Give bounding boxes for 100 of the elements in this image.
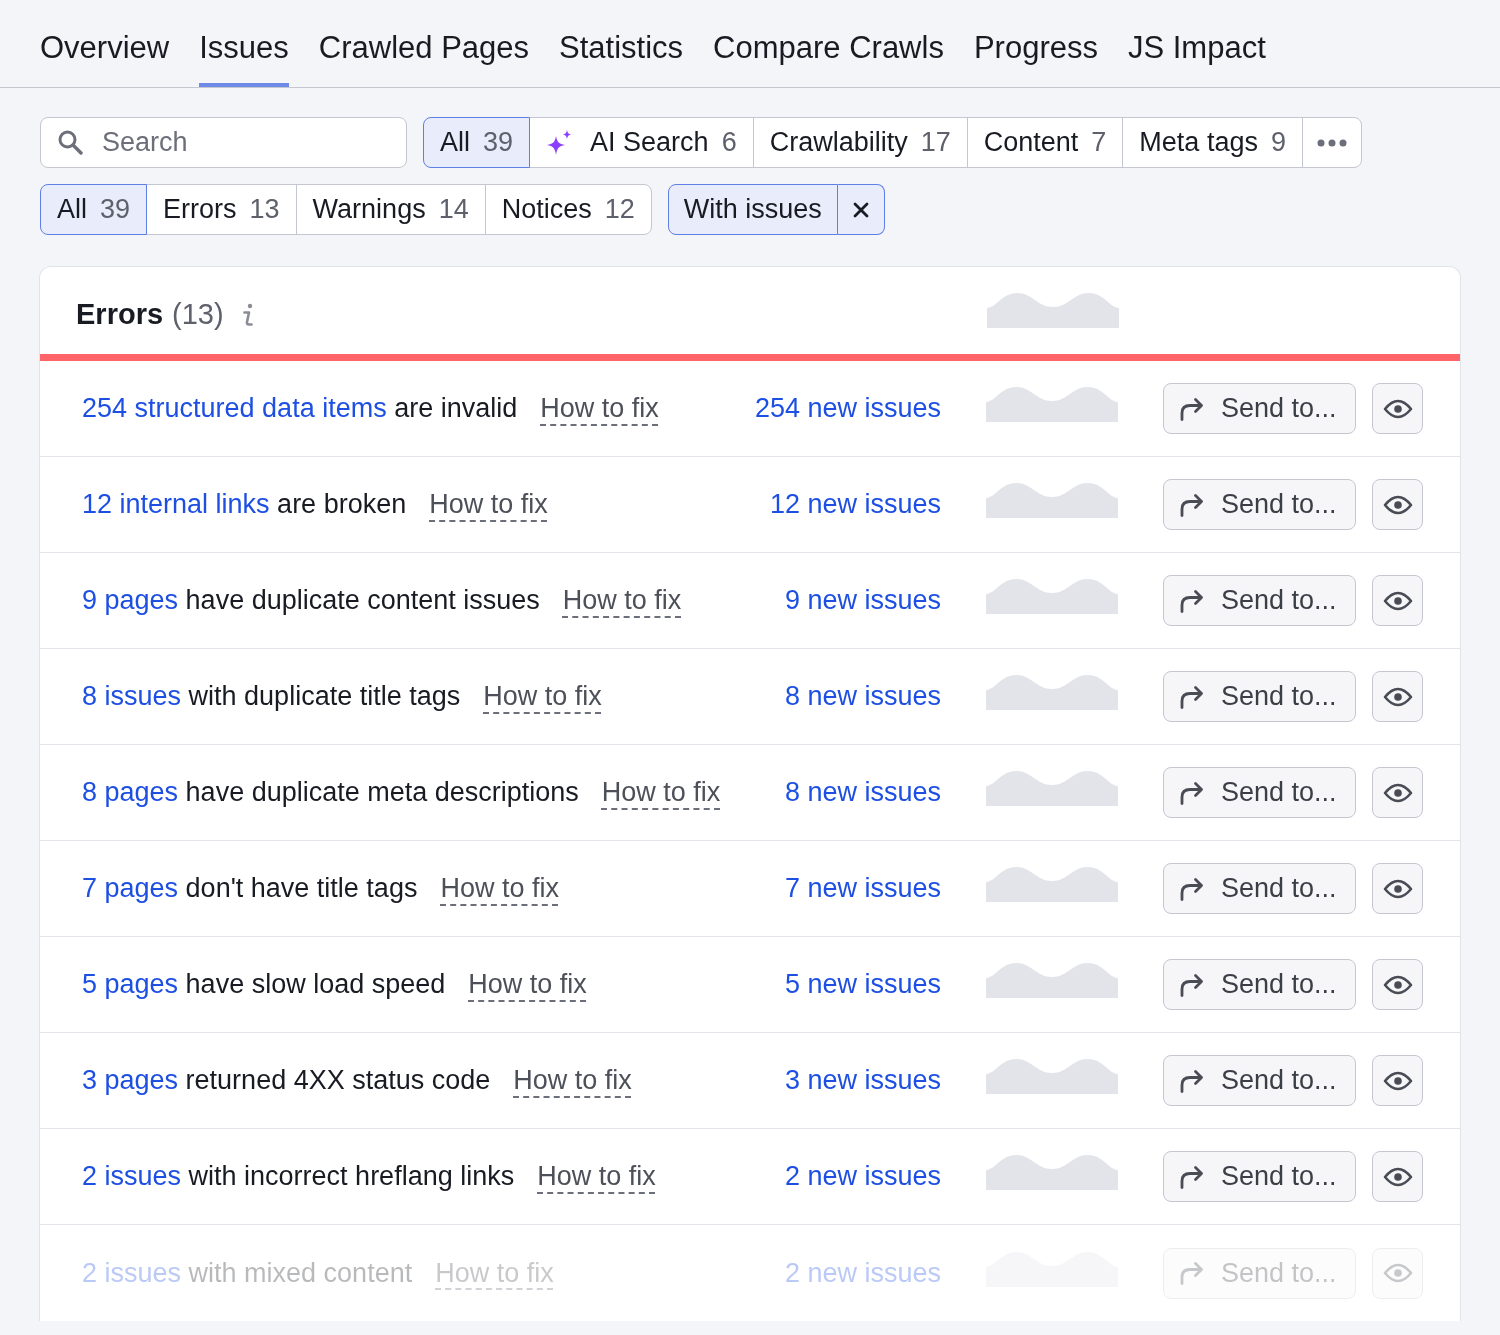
new-issues-link[interactable]: 254 new issues	[754, 393, 941, 424]
view-button[interactable]	[1372, 767, 1423, 818]
remove-filter-button[interactable]	[837, 184, 885, 235]
new-issues-link[interactable]: 8 new issues	[784, 681, 941, 712]
how-to-fix-link[interactable]: How to fix	[440, 873, 559, 904]
eye-icon	[1382, 494, 1413, 515]
close-icon	[852, 201, 869, 218]
view-button[interactable]	[1372, 383, 1423, 434]
share-arrow-icon	[1179, 396, 1205, 421]
view-button[interactable]	[1372, 671, 1423, 722]
how-to-fix-link[interactable]: How to fix	[513, 1065, 632, 1096]
new-issues-link[interactable]: 7 new issues	[784, 873, 941, 904]
send-to-button[interactable]: Send to...	[1163, 863, 1356, 914]
send-to-button[interactable]: Send to...	[1163, 1151, 1356, 1202]
share-arrow-icon	[1179, 876, 1205, 901]
send-to-button[interactable]: Send to...	[1163, 671, 1356, 722]
nav-tab[interactable]: Overview	[40, 25, 170, 87]
issue-link[interactable]: 8 issues	[82, 681, 182, 711]
how-to-fix-link[interactable]: How to fix	[429, 489, 548, 520]
view-button[interactable]	[1372, 959, 1423, 1010]
nav-tab[interactable]: Compare Crawls	[713, 25, 944, 87]
send-to-button[interactable]: Send to...	[1163, 479, 1356, 530]
eye-icon	[1382, 1166, 1413, 1187]
section-title: Errors	[76, 298, 164, 331]
severity-filter[interactable]: Notices 12	[484, 184, 652, 235]
new-issues-link[interactable]: 2 new issues	[784, 1161, 941, 1192]
how-to-fix-link[interactable]: How to fix	[483, 681, 602, 712]
view-button[interactable]	[1372, 863, 1423, 914]
eye-icon	[1382, 878, 1413, 899]
issue-description: 12 internal links are broken	[82, 489, 407, 520]
eye-icon	[1382, 590, 1413, 611]
issue-description: 8 pages have duplicate meta descriptions	[82, 777, 579, 808]
eye-icon	[1382, 1070, 1413, 1091]
section-count: (13)	[172, 298, 224, 331]
severity-filter[interactable]: Warnings 14	[295, 184, 486, 235]
new-issues-link[interactable]: 9 new issues	[784, 585, 941, 616]
issue-link[interactable]: 2 issues	[82, 1161, 182, 1191]
more-button[interactable]	[1301, 117, 1362, 168]
search-icon	[57, 129, 83, 155]
send-to-button[interactable]: Send to...	[1163, 383, 1356, 434]
active-filter-chip[interactable]: With issues	[667, 184, 838, 235]
view-button[interactable]	[1372, 1055, 1423, 1106]
new-issues-link[interactable]: 12 new issues	[769, 489, 941, 520]
info-icon[interactable]	[241, 302, 254, 327]
new-issues-link[interactable]: 5 new issues	[784, 969, 941, 1000]
category-filter[interactable]: Meta tags 9	[1122, 117, 1303, 168]
category-filter[interactable]: Content 7	[966, 117, 1124, 168]
issue-description: 254 structured data items are invalid	[82, 393, 518, 424]
eye-icon	[1382, 974, 1413, 995]
how-to-fix-link[interactable]: How to fix	[540, 393, 659, 424]
send-to-button[interactable]: Send to...	[1163, 575, 1356, 626]
send-to-button[interactable]: Send to...	[1163, 767, 1356, 818]
send-to-button[interactable]: Send to...	[1163, 959, 1356, 1010]
issue-description: 5 pages have slow load speed	[82, 969, 446, 1000]
nav-tab[interactable]: Statistics	[559, 25, 684, 87]
search-field[interactable]: Search	[40, 117, 407, 168]
issue-link[interactable]: 3 pages	[82, 1065, 179, 1095]
issue-description: 2 issues with mixed content	[82, 1257, 413, 1289]
issue-description: 3 pages returned 4XX status code	[82, 1065, 491, 1096]
issue-link[interactable]: 254 structured data items	[82, 393, 387, 423]
category-filter[interactable]: Crawlability 17	[752, 117, 968, 168]
view-button[interactable]	[1372, 479, 1423, 530]
category-filter[interactable]: AI Search 6	[529, 117, 754, 168]
issue-description: 2 issues with incorrect hreflang links	[82, 1161, 515, 1192]
issue-link[interactable]: 7 pages	[82, 873, 179, 903]
sparkle-icon	[546, 129, 573, 156]
send-to-button[interactable]: Send to...	[1163, 1055, 1356, 1106]
more-icon	[1316, 138, 1347, 147]
issue-description: 9 pages have duplicate content issues	[82, 585, 540, 616]
severity-filter[interactable]: All 39	[40, 184, 148, 235]
issue-description: 7 pages don't have title tags	[82, 873, 418, 904]
issue-link[interactable]: 12 internal links	[82, 489, 270, 519]
issue-link[interactable]: 5 pages	[82, 969, 179, 999]
view-button[interactable]	[1372, 575, 1423, 626]
share-arrow-icon	[1179, 684, 1205, 709]
new-issues-link[interactable]: 8 new issues	[784, 777, 941, 808]
how-to-fix-link[interactable]: How to fix	[537, 1161, 656, 1192]
share-arrow-icon	[1179, 1261, 1205, 1285]
how-to-fix-link[interactable]: How to fix	[468, 969, 587, 1000]
eye-icon	[1382, 398, 1413, 419]
eye-icon	[1382, 686, 1413, 707]
share-arrow-icon	[1179, 588, 1205, 613]
share-arrow-icon	[1179, 780, 1205, 805]
issue-description: 8 issues with duplicate title tags	[82, 681, 461, 712]
share-arrow-icon	[1179, 972, 1205, 997]
view-button[interactable]	[1372, 1151, 1423, 1202]
nav-tab[interactable]: JS Impact	[1127, 25, 1266, 87]
eye-icon	[1382, 782, 1413, 803]
eye-icon	[1382, 1263, 1413, 1283]
nav-tab[interactable]: Crawled Pages	[318, 25, 530, 87]
how-to-fix-link[interactable]: How to fix	[601, 777, 721, 808]
share-arrow-icon	[1179, 1164, 1205, 1189]
how-to-fix-link[interactable]: How to fix	[562, 585, 682, 616]
nav-tab[interactable]: Issues	[199, 25, 289, 87]
severity-filter[interactable]: Errors 13	[146, 184, 297, 235]
new-issues-link[interactable]: 3 new issues	[784, 1065, 941, 1096]
category-filter[interactable]: All 39	[423, 117, 531, 168]
nav-tab[interactable]: Progress	[973, 25, 1098, 87]
issue-link[interactable]: 9 pages	[82, 585, 179, 615]
issue-link[interactable]: 8 pages	[82, 777, 179, 807]
